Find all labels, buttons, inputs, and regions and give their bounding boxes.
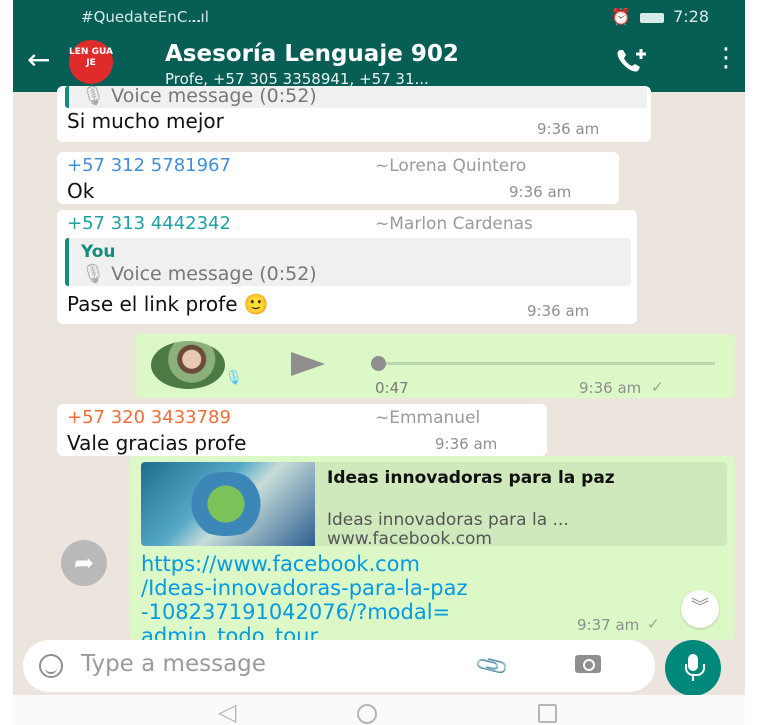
paperclip-icon[interactable]: 📎: [474, 648, 511, 684]
preview-site: www.facebook.com: [327, 529, 492, 546]
smiley-emoji: 🙂: [243, 292, 269, 316]
sent-tick-icon: ✓: [651, 378, 664, 396]
message-bubble[interactable]: +57 313 4442342 ~Marlon Cardenas You 🎙 V…: [57, 210, 637, 324]
message-text: Vale gracias profe: [67, 431, 247, 455]
status-time: 7:28: [673, 7, 709, 26]
battery-icon: [639, 12, 664, 23]
group-avatar[interactable]: LEN GUA JE: [69, 40, 113, 84]
voice-record-button[interactable]: [665, 640, 721, 696]
sender-number[interactable]: +57 312 5781967: [67, 155, 231, 176]
message-time: 9:36 am: [435, 435, 498, 453]
quoted-message[interactable]: You 🎙 Voice message (0:52): [65, 238, 631, 286]
add-call-icon[interactable]: [613, 46, 649, 76]
message-text: Ok: [67, 179, 95, 203]
message-time: 9:37 am: [577, 616, 640, 634]
mic-icon: 🎙: [225, 370, 243, 386]
audio-progress-track[interactable]: [379, 362, 715, 365]
audio-progress-knob[interactable]: [371, 356, 386, 371]
message-bubble[interactable]: +57 312 5781967 ~Lorena Quintero Ok 9:36…: [57, 152, 619, 204]
preview-title: Ideas innovadoras para la paz: [327, 468, 615, 488]
nav-back-icon[interactable]: ◁: [218, 698, 236, 725]
preview-description: Ideas innovadoras para la ...: [327, 510, 569, 530]
status-bar: #QuedateEnC... ..ıl ⏰ 7:28: [13, 0, 745, 32]
scroll-down-icon[interactable]: ︾: [681, 590, 719, 628]
link-preview[interactable]: Ideas innovadoras para la paz Ideas inno…: [141, 462, 727, 546]
chat-header: ← LEN GUA JE Asesoría Lenguaje 902 Profe…: [13, 32, 745, 92]
nav-home-icon[interactable]: [357, 704, 377, 724]
preview-thumbnail: [141, 462, 315, 546]
message-text: Pase el link profe 🙂: [67, 292, 269, 316]
chat-title[interactable]: Asesoría Lenguaje 902: [165, 41, 459, 67]
message-time: 9:36 am: [509, 183, 572, 201]
link-message-bubble[interactable]: Ideas innovadoras para la paz Ideas inno…: [129, 456, 735, 648]
whatsapp-screen: #QuedateEnC... ..ıl ⏰ 7:28 ← LEN GUA JE …: [13, 0, 745, 725]
message-link[interactable]: https://www.facebook.com /Ideas-innovado…: [141, 552, 467, 648]
message-text: Si mucho mejor: [67, 109, 224, 133]
quote-author: You: [81, 242, 116, 262]
mic-icon: 🎙: [81, 85, 106, 107]
message-time: 9:36 am: [527, 302, 590, 320]
status-right: ⏰ 7:28: [611, 7, 709, 26]
system-nav-bar: ◁: [13, 695, 745, 725]
sender-name: ~Marlon Cardenas: [375, 214, 533, 234]
quoted-message[interactable]: 🎙 Voice message (0:52): [65, 85, 647, 108]
sender-avatar: [151, 341, 225, 389]
status-carrier: #QuedateEnC...: [81, 8, 202, 26]
message-input[interactable]: [79, 650, 423, 678]
message-time: 9:36 am: [537, 120, 600, 138]
sender-number[interactable]: +57 313 4442342: [67, 213, 231, 234]
sender-name: ~Emmanuel: [375, 408, 481, 428]
message-composer: 📎: [23, 640, 655, 692]
more-options-icon[interactable]: ⋮: [713, 45, 739, 71]
audio-duration: 0:47: [375, 379, 409, 397]
alarm-icon: ⏰: [610, 7, 631, 26]
quote-text: 🎙 Voice message (0:52): [81, 263, 317, 285]
chat-area: 🎙 Voice message (0:52) Si mucho mejor 9:…: [13, 85, 745, 648]
message-bubble[interactable]: +57 320 3433789 ~Emmanuel Vale gracias p…: [57, 404, 547, 456]
sender-number[interactable]: +57 320 3433789: [67, 407, 231, 428]
camera-icon[interactable]: [575, 655, 601, 673]
message-bubble[interactable]: 🎙 Voice message (0:52) Si mucho mejor 9:…: [57, 85, 651, 142]
sender-name: ~Lorena Quintero: [375, 156, 527, 176]
message-time: 9:36 am: [579, 379, 642, 397]
signal-indicator: ..ıl: [191, 8, 209, 26]
sent-tick-icon: ✓: [647, 615, 660, 633]
quote-text: 🎙 Voice message (0:52): [81, 85, 317, 107]
mic-icon: 🎙: [81, 263, 106, 285]
arrow-left-icon[interactable]: ←: [27, 44, 50, 76]
nav-recent-apps-icon[interactable]: [538, 704, 557, 723]
forward-icon[interactable]: ➦: [61, 540, 107, 586]
emoji-icon[interactable]: [39, 654, 63, 678]
play-icon[interactable]: [291, 352, 325, 376]
audio-message-bubble[interactable]: 🎙 0:47 9:36 am ✓: [135, 334, 735, 398]
